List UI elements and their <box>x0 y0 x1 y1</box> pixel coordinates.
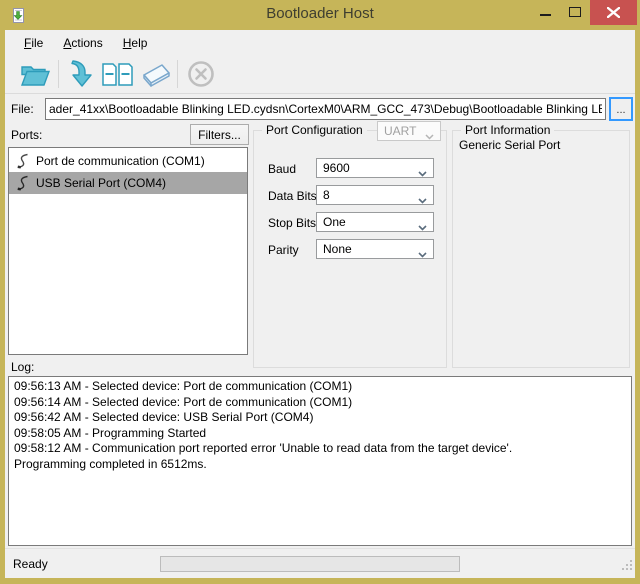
baud-select[interactable]: 9600 <box>316 158 434 178</box>
menubar: File Actions Help <box>5 30 635 55</box>
statusbar: Ready <box>5 548 635 578</box>
log-line: 09:56:42 AM - Selected device: USB Seria… <box>14 410 626 426</box>
data-bits-label: Data Bits <box>268 189 317 203</box>
file-label: File: <box>11 102 34 116</box>
toolbar <box>5 55 635 94</box>
log-line: 09:58:05 AM - Programming Started <box>14 426 626 442</box>
close-button[interactable] <box>590 0 637 25</box>
resize-grip[interactable] <box>622 557 632 575</box>
erase-button[interactable] <box>136 57 172 91</box>
status-text: Ready <box>13 557 48 571</box>
abort-button <box>183 57 219 91</box>
port-item-label: USB Serial Port (COM4) <box>36 176 166 190</box>
erase-icon <box>136 61 172 87</box>
menu-actions[interactable]: Actions <box>53 32 112 54</box>
port-configuration-legend: Port Configuration <box>262 123 367 137</box>
ports-list: Port de communication (COM1) USB Serial … <box>8 147 248 355</box>
file-row: File: ... <box>5 98 635 122</box>
browse-button[interactable]: ... <box>609 97 633 121</box>
chevron-down-icon <box>418 166 427 180</box>
client-area: File: ... Ports: Filters... Port de comm… <box>5 94 635 548</box>
file-path-input[interactable] <box>45 98 606 120</box>
progress-bar <box>160 556 460 572</box>
toolbar-separator <box>177 60 178 88</box>
port-configuration-group: Port Configuration UART Baud 9600 Data B… <box>253 130 447 368</box>
program-button[interactable] <box>64 57 100 91</box>
program-icon <box>69 59 95 89</box>
titlebar: Bootloader Host <box>0 0 640 30</box>
log-line: 09:58:12 AM - Communication port reporte… <box>14 441 626 457</box>
serial-port-icon <box>16 175 30 191</box>
minimize-icon <box>540 14 551 16</box>
verify-icon <box>101 60 135 88</box>
open-file-button[interactable] <box>17 57 53 91</box>
chevron-down-icon <box>418 247 427 261</box>
port-information-legend: Port Information <box>461 123 554 137</box>
minimize-button[interactable] <box>530 0 560 24</box>
data-bits-select[interactable]: 8 <box>316 185 434 205</box>
chevron-down-icon <box>418 193 427 207</box>
stop-bits-label: Stop Bits <box>268 216 316 230</box>
maximize-icon <box>569 7 581 17</box>
chevron-down-icon <box>418 220 427 234</box>
port-list-item-com1[interactable]: Port de communication (COM1) <box>9 150 247 172</box>
close-icon <box>607 7 620 18</box>
log-output[interactable]: 09:56:13 AM - Selected device: Port de c… <box>8 376 632 546</box>
toolbar-separator <box>58 60 59 88</box>
verify-button[interactable] <box>100 57 136 91</box>
port-list-item-com4[interactable]: USB Serial Port (COM4) <box>9 172 247 194</box>
serial-port-icon <box>16 153 30 169</box>
port-item-label: Port de communication (COM1) <box>36 154 205 168</box>
menu-help[interactable]: Help <box>113 32 158 54</box>
menu-file[interactable]: File <box>14 32 53 54</box>
parity-label: Parity <box>268 243 299 257</box>
log-line: 09:56:14 AM - Selected device: Port de c… <box>14 395 626 411</box>
port-information-text: Generic Serial Port <box>459 138 560 152</box>
filters-button[interactable]: Filters... <box>190 124 249 145</box>
port-information-group: Port Information Generic Serial Port <box>452 130 630 368</box>
stop-bits-select[interactable]: One <box>316 212 434 232</box>
chevron-down-icon <box>425 129 434 143</box>
baud-label: Baud <box>268 162 296 176</box>
log-label: Log: <box>11 360 34 374</box>
protocol-select[interactable]: UART <box>377 121 441 141</box>
abort-icon <box>187 60 215 88</box>
window-controls <box>530 0 637 24</box>
parity-select[interactable]: None <box>316 239 434 259</box>
window-frame: File Actions Help <box>5 30 635 578</box>
open-file-icon <box>19 61 51 88</box>
ports-label: Ports: <box>11 128 42 142</box>
log-line: Programming completed in 6512ms. <box>14 457 626 473</box>
app-window: Bootloader Host File Actions Help <box>0 0 640 584</box>
maximize-button[interactable] <box>560 0 590 24</box>
log-line: 09:56:13 AM - Selected device: Port de c… <box>14 379 626 395</box>
